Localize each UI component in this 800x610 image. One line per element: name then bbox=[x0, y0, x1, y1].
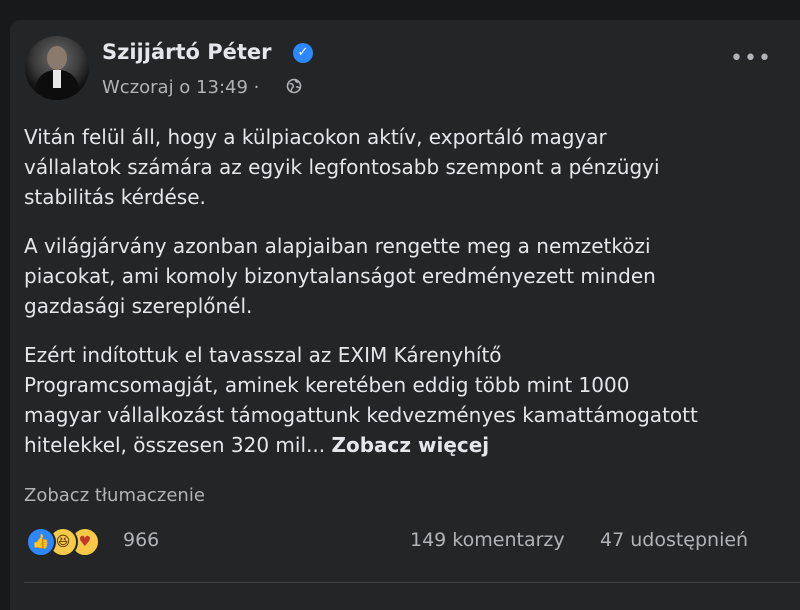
post-meta: Wczoraj o 13:49 · bbox=[102, 77, 259, 98]
comments-count[interactable]: 149 komentarzy bbox=[410, 529, 565, 551]
post-paragraph-3: Ezért indítottuk el tavasszal az EXIM Ká… bbox=[24, 343, 698, 457]
author-name[interactable]: Szijjártó Péter bbox=[102, 40, 272, 64]
post-paragraph-2: A világjárvány azonban alapjaiban renget… bbox=[24, 234, 656, 318]
reaction-icons[interactable]: 👍 😆 ♥ bbox=[26, 527, 116, 557]
post-card: Szijjártó Péter ✓ Wczoraj o 13:49 · ••• … bbox=[10, 20, 800, 610]
globe-icon[interactable] bbox=[286, 78, 302, 94]
verified-badge-icon: ✓ bbox=[293, 43, 313, 63]
more-options-icon[interactable]: ••• bbox=[730, 48, 772, 70]
shares-count[interactable]: 47 udostępnień bbox=[600, 529, 748, 551]
see-translation-link[interactable]: Zobacz tłumaczenie bbox=[24, 485, 205, 506]
meta-separator: · bbox=[253, 77, 260, 98]
timestamp[interactable]: Wczoraj o 13:49 bbox=[102, 77, 248, 98]
see-more-link[interactable]: Zobacz więcej bbox=[331, 433, 489, 457]
post-paragraph-1: Vitán felül áll, hogy a külpiacokon aktí… bbox=[24, 125, 660, 209]
avatar[interactable] bbox=[25, 36, 89, 100]
reaction-count[interactable]: 966 bbox=[123, 529, 159, 551]
divider bbox=[24, 582, 800, 583]
like-reaction-icon: 👍 bbox=[26, 527, 56, 557]
